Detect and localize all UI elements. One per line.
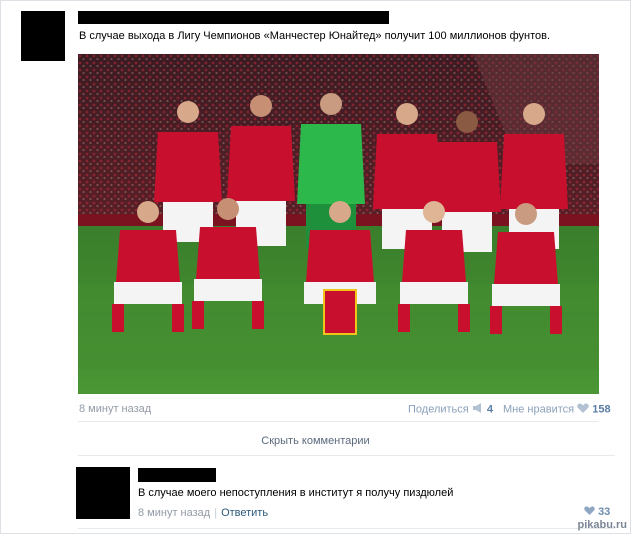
post-photo[interactable] <box>78 54 599 394</box>
comment-bottom-divider <box>78 528 615 529</box>
post-timestamp[interactable]: 8 минут назад <box>79 403 151 415</box>
share-button[interactable]: Поделиться 4 <box>408 403 493 416</box>
team-photo-illustration <box>78 54 599 394</box>
footer-divider <box>78 421 599 422</box>
comment-author-name-redacted[interactable] <box>138 468 216 482</box>
comment-like-count: 33 <box>598 506 611 518</box>
hide-comments-link[interactable]: Скрыть комментарии <box>0 435 631 447</box>
post-author-name-redacted[interactable] <box>78 11 389 24</box>
comments-divider <box>78 455 615 456</box>
like-label: Мне нравится <box>503 403 575 416</box>
megaphone-icon <box>472 403 484 416</box>
comment-author-avatar[interactable] <box>76 467 130 519</box>
heart-icon <box>577 403 589 416</box>
comment-timestamp[interactable]: 8 минут назад <box>138 507 210 519</box>
like-count: 158 <box>592 403 611 416</box>
share-label: Поделиться <box>408 403 469 416</box>
meta-separator: | <box>214 507 218 519</box>
like-button[interactable]: Мне нравится 158 <box>503 403 611 416</box>
reply-link[interactable]: Ответить <box>221 507 268 519</box>
watermark-text: pikabu.ru <box>577 519 627 531</box>
comment-text: В случае моего непоступления в институт … <box>138 487 454 499</box>
share-count: 4 <box>486 403 493 416</box>
post-author-avatar[interactable] <box>21 11 65 61</box>
comment-meta: 8 минут назад | Ответить <box>138 507 268 519</box>
comment-like-button[interactable]: 33 <box>584 506 610 518</box>
post-text: В случае выхода в Лигу Чемпионов «Манчес… <box>79 30 551 42</box>
heart-icon <box>584 506 595 518</box>
